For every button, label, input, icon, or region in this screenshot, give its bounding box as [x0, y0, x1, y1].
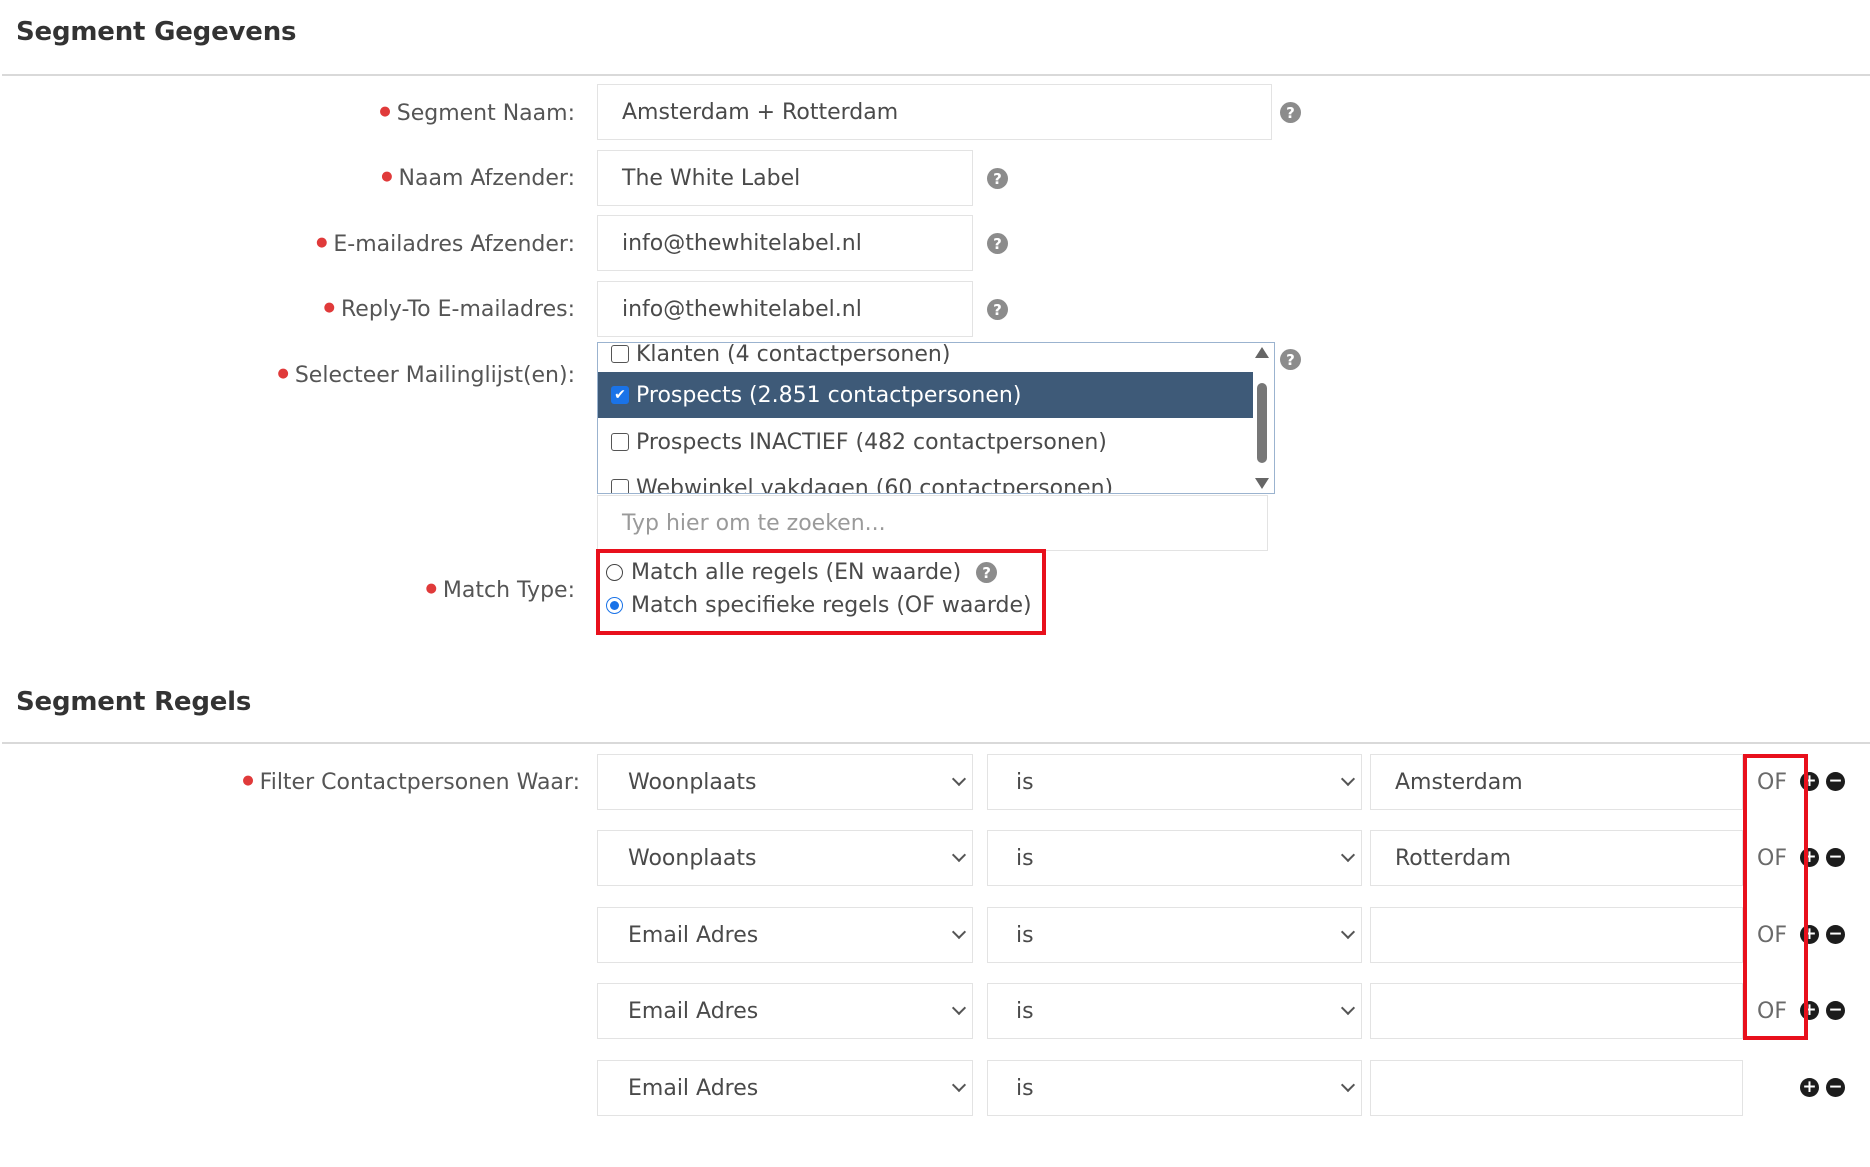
match-type-label: ● Match Type:	[425, 578, 575, 603]
question-circle-icon[interactable]: ?	[987, 168, 1008, 189]
rule-value-input[interactable]: Amsterdam	[1370, 754, 1743, 810]
chevron-down-icon	[951, 924, 967, 940]
scrollbar[interactable]	[1254, 347, 1270, 489]
scroll-down-arrow-icon[interactable]	[1255, 478, 1269, 489]
checkbox[interactable]	[611, 479, 629, 493]
chevron-down-icon	[951, 1000, 967, 1016]
checkbox[interactable]	[611, 433, 629, 451]
list-item[interactable]: Webwinkel vakdagen (60 contactpersonen)	[598, 465, 1253, 493]
mailing-list-label: ● Selecteer Mailinglijst(en):	[277, 363, 575, 388]
checkbox[interactable]	[611, 345, 629, 363]
remove-rule-button[interactable]: −	[1826, 1078, 1845, 1097]
rule-field-select[interactable]: Woonplaats	[597, 830, 973, 886]
remove-rule-button[interactable]: −	[1826, 1001, 1845, 1020]
section-divider	[2, 74, 1870, 76]
question-circle-icon[interactable]: ?	[1280, 102, 1301, 123]
chevron-down-icon	[1340, 771, 1356, 787]
question-circle-icon[interactable]: ?	[987, 233, 1008, 254]
chevron-down-icon	[1340, 847, 1356, 863]
rule-field-select[interactable]: Woonplaats	[597, 754, 973, 810]
required-marker: ●	[379, 104, 391, 119]
section-title-segment-rules: Segment Regels	[16, 687, 252, 717]
required-marker: ●	[277, 366, 289, 381]
required-marker: ●	[316, 235, 328, 250]
chevron-down-icon	[1340, 1000, 1356, 1016]
question-circle-icon[interactable]: ?	[976, 562, 998, 583]
segment-name-input[interactable]: Amsterdam + Rotterdam	[597, 84, 1272, 140]
rule-field-select[interactable]: Email Adres	[597, 983, 973, 1039]
required-marker: ●	[381, 169, 393, 184]
question-circle-icon[interactable]: ?	[987, 299, 1008, 320]
scroll-up-arrow-icon[interactable]	[1255, 347, 1269, 358]
rule-operator-select[interactable]: is	[987, 983, 1362, 1039]
rule-operator-select[interactable]: is	[987, 830, 1362, 886]
match-all-option[interactable]: Match alle regels (EN waarde) ?	[606, 560, 998, 585]
list-item[interactable]: ✔ Prospects (2.851 contactpersonen)	[598, 372, 1253, 418]
chevron-down-icon	[951, 771, 967, 787]
section-title-segment-details: Segment Gegevens	[16, 17, 297, 47]
chevron-down-icon	[951, 1077, 967, 1093]
required-marker: ●	[323, 300, 335, 315]
chevron-down-icon	[951, 847, 967, 863]
scroll-thumb[interactable]	[1257, 383, 1267, 463]
radio-button-selected[interactable]	[606, 597, 623, 614]
required-marker: ●	[242, 773, 254, 788]
rule-operator-select[interactable]: is	[987, 754, 1362, 810]
checkbox-checked[interactable]: ✔	[611, 386, 629, 404]
sender-email-label: ● E-mailadres Afzender:	[316, 232, 575, 257]
mailing-list-search-input[interactable]: Typ hier om te zoeken...	[597, 495, 1268, 551]
required-marker: ●	[425, 581, 437, 596]
add-rule-button[interactable]: +	[1800, 1078, 1819, 1097]
rule-field-select[interactable]: Email Adres	[597, 1060, 973, 1116]
rule-value-input[interactable]	[1370, 907, 1743, 963]
segment-name-label: ● Segment Naam:	[379, 101, 575, 126]
remove-rule-button[interactable]: −	[1826, 772, 1845, 791]
chevron-down-icon	[1340, 924, 1356, 940]
reply-to-label: ● Reply-To E-mailadres:	[323, 297, 575, 322]
sender-name-input[interactable]: The White Label	[597, 150, 973, 206]
sender-name-label: ● Naam Afzender:	[381, 166, 575, 191]
rule-value-input[interactable]	[1370, 1060, 1743, 1116]
rule-value-input[interactable]: Rotterdam	[1370, 830, 1743, 886]
rule-operator-select[interactable]: is	[987, 907, 1362, 963]
rule-operator-select[interactable]: is	[987, 1060, 1362, 1116]
remove-rule-button[interactable]: −	[1826, 925, 1845, 944]
reply-to-input[interactable]: info@thewhitelabel.nl	[597, 281, 973, 337]
chevron-down-icon	[1340, 1077, 1356, 1093]
mailing-list-select[interactable]: Klanten (4 contactpersonen) ✔ Prospects (…	[597, 342, 1275, 494]
section-divider	[2, 742, 1870, 744]
question-circle-icon[interactable]: ?	[1280, 349, 1301, 370]
match-specific-option[interactable]: Match specifieke regels (OF waarde)	[606, 593, 1032, 618]
list-item[interactable]: Prospects INACTIEF (482 contactpersonen)	[598, 419, 1253, 465]
radio-button[interactable]	[606, 564, 623, 581]
rule-value-input[interactable]	[1370, 983, 1743, 1039]
highlight-box-connectors	[1743, 754, 1808, 1040]
rule-field-select[interactable]: Email Adres	[597, 907, 973, 963]
remove-rule-button[interactable]: −	[1826, 848, 1845, 867]
sender-email-input[interactable]: info@thewhitelabel.nl	[597, 215, 973, 271]
filter-label: ● Filter Contactpersonen Waar:	[242, 770, 580, 795]
